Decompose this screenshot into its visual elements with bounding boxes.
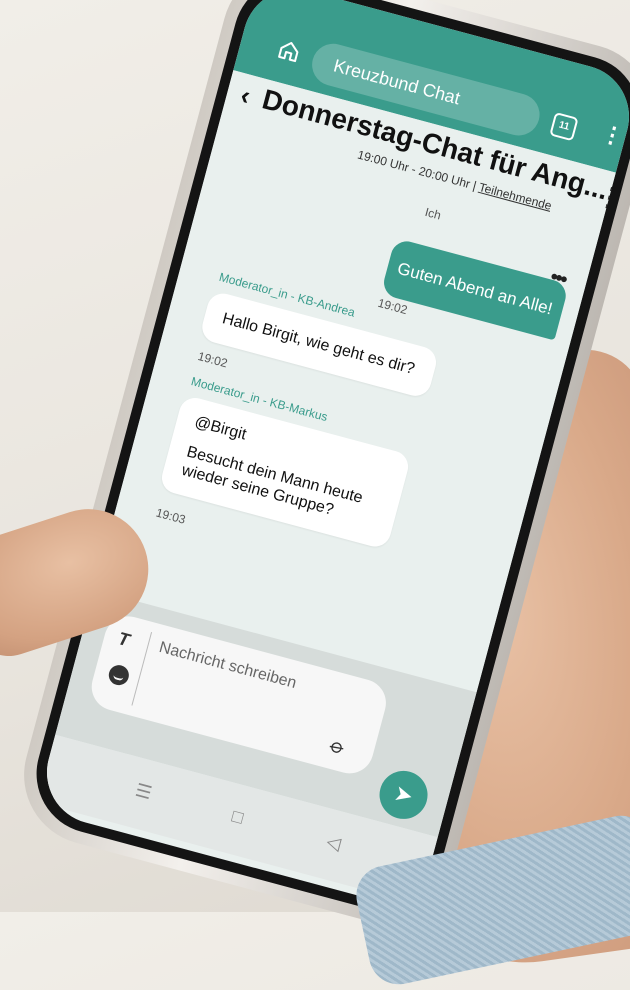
menu-icon[interactable]: ☰ [133, 780, 154, 804]
send-icon: ➤ [391, 779, 416, 809]
calendar-badge: 11 [557, 119, 571, 133]
text-format-icon[interactable]: T [116, 628, 132, 651]
more-vertical-icon[interactable]: ⋮ [599, 120, 627, 150]
paperclip-icon[interactable]: ⌀ [324, 735, 351, 759]
message-time: 19:03 [154, 505, 188, 527]
message-time: 19:02 [196, 349, 230, 371]
message-text: Hallo Birgit, wie geht es dir? [220, 310, 417, 378]
app-title: Kreuzbund Chat [331, 55, 463, 109]
calendar-icon[interactable]: 11 [549, 111, 579, 142]
back-nav-icon[interactable]: ◁ [324, 831, 344, 855]
chevron-left-icon[interactable]: ‹ [237, 80, 254, 112]
message-bubble-incoming[interactable]: @Birgit Besucht dein Mann heute wieder s… [158, 394, 412, 550]
emoji-icon[interactable] [106, 662, 132, 688]
home-nav-icon[interactable]: □ [230, 806, 246, 829]
composer-divider [131, 632, 153, 706]
home-icon[interactable] [276, 37, 303, 64]
message-sender: Ich [423, 204, 443, 223]
message-bubble-outgoing[interactable]: Guten Abend an Alle! [380, 237, 570, 341]
